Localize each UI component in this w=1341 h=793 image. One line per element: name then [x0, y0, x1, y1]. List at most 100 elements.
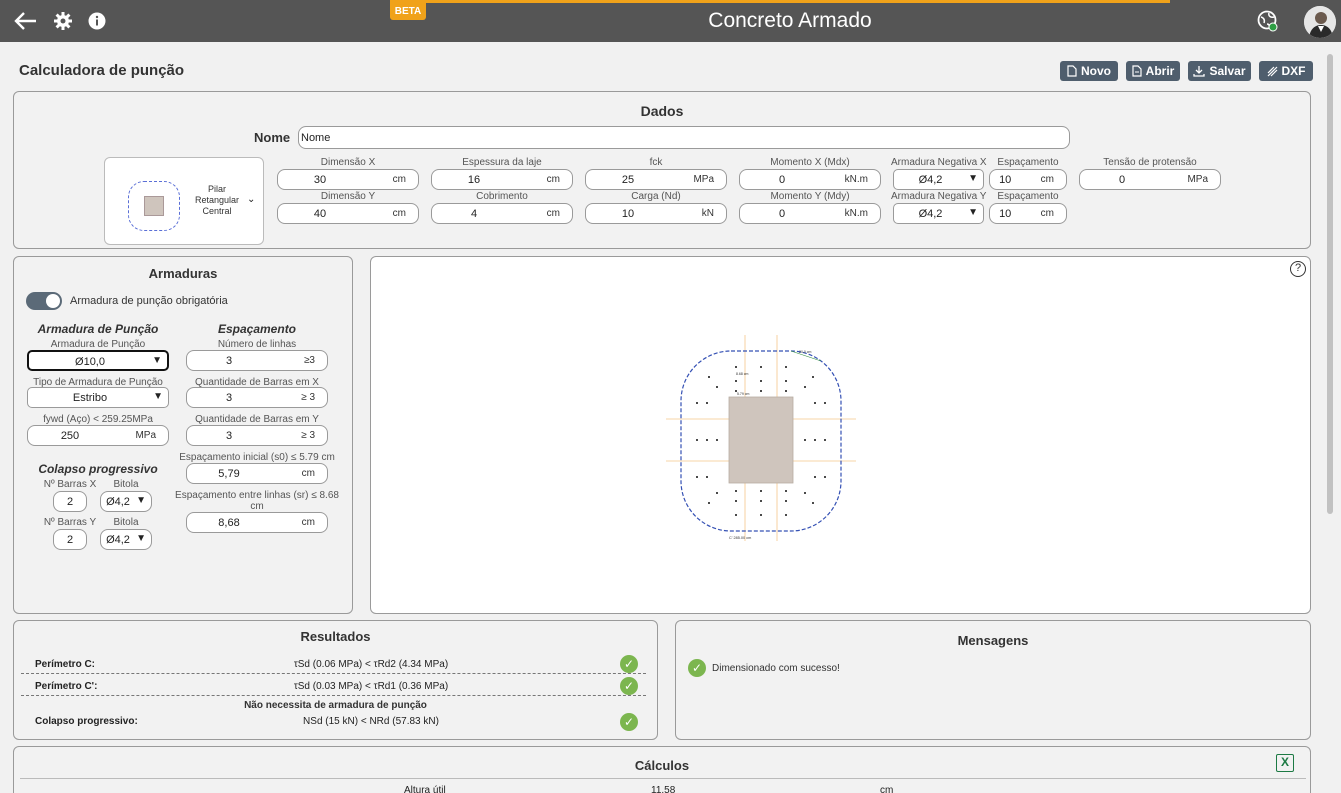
sr-label-unit: cm [250, 501, 264, 512]
calculos-panel: Cálculos X Altura útil 11.58 cm [13, 746, 1311, 793]
user-avatar[interactable] [1304, 6, 1336, 38]
mom-x-unit: kN.m [844, 174, 868, 185]
sr-field[interactable]: 8,68 cm [186, 512, 328, 533]
esp-x-unit: cm [1040, 174, 1054, 185]
nbx-field[interactable]: 2 [53, 491, 87, 512]
esp-y-label: Espaçamento [997, 191, 1059, 202]
salvar-button[interactable]: Salvar [1188, 61, 1251, 81]
nby-label: Nº Barras Y [43, 517, 97, 528]
language-globe-icon[interactable] [1256, 9, 1280, 33]
fywd-value: 250 [60, 430, 80, 442]
bitola-y-value: Ø4,2 [106, 534, 130, 546]
dxf-button[interactable]: DXF [1259, 61, 1313, 81]
s0-unit: cm [301, 468, 315, 479]
dxf-icon [1267, 66, 1277, 76]
fck-field[interactable]: 25 MPa [585, 169, 727, 190]
tipo-select[interactable]: Estribo ▼ [27, 387, 169, 408]
novo-button[interactable]: Novo [1060, 61, 1118, 81]
carga-value: 10 [621, 208, 635, 220]
mom-x-field[interactable]: 0 kN.m [739, 169, 881, 190]
open-file-icon [1132, 65, 1142, 77]
calc-row-value: 11.58 [651, 785, 676, 793]
mom-x-label: Momento X (Mdx) [770, 157, 850, 168]
carga-unit: kN [701, 208, 714, 219]
perimeter-label: C' 285.00 cm [729, 536, 751, 540]
arm-puncao-select[interactable]: Ø10,0 ▼ [27, 350, 169, 371]
esp-x-field[interactable]: 10 cm [989, 169, 1067, 190]
qtd-x-field[interactable]: 3 ≥ 3 [186, 387, 328, 408]
arm-neg-y-label: Armadura Negativa Y [891, 191, 987, 202]
punching-drawing: 8.68 cm 5.79 cm 20.0 cm C' 285.00 cm [666, 335, 856, 541]
dim-x-label: Dimensão X [320, 157, 376, 168]
help-icon[interactable]: ? [1290, 261, 1306, 277]
info-icon[interactable] [85, 9, 109, 33]
espacamento-section-title: Espaçamento [217, 322, 297, 336]
mom-y-field[interactable]: 0 kN.m [739, 203, 881, 224]
scrollbar[interactable] [1326, 44, 1335, 793]
qtd-y-field[interactable]: 3 ≥ 3 [186, 425, 328, 446]
abrir-button[interactable]: Abrir [1126, 61, 1180, 81]
calculos-title: Cálculos [634, 758, 690, 773]
scrollbar-thumb[interactable] [1327, 54, 1333, 514]
sr-dim-label: 8.68 cm [736, 372, 749, 376]
bitola-x-value: Ø4,2 [106, 496, 130, 508]
pilar-type-selector[interactable]: Pilar Retangular Central ⌄ [104, 157, 264, 245]
back-arrow-icon[interactable] [14, 9, 38, 33]
bitola-y-label: Bitola [113, 517, 139, 528]
top-bar: BETA Concreto Armado [0, 0, 1341, 42]
arm-puncao-section-title: Armadura de Punção [37, 322, 159, 336]
tipo-value: Estribo [72, 392, 108, 404]
dim-x-unit: cm [392, 174, 406, 185]
fywd-field[interactable]: 250 MPa [27, 425, 169, 446]
chevron-down-icon: ▼ [136, 495, 146, 506]
num-linhas-field[interactable]: 3 ≥3 [186, 350, 328, 371]
mensagens-panel: Mensagens ✓ Dimensionado com sucesso! [675, 620, 1311, 740]
fck-label: fck [649, 157, 663, 168]
esp-y-field[interactable]: 10 cm [989, 203, 1067, 224]
nby-field[interactable]: 2 [53, 529, 87, 550]
pilar-preview-column [144, 196, 164, 216]
dim-y-label: Dimensão Y [320, 191, 376, 202]
nome-input[interactable]: Nome [298, 126, 1070, 149]
mom-y-label: Momento Y (Mdy) [770, 191, 850, 202]
esp-y-unit: cm [1040, 208, 1054, 219]
arm-neg-x-select[interactable]: Ø4,2 ▼ [893, 169, 984, 190]
result-label: Perímetro C': [35, 681, 98, 692]
s0-field[interactable]: 5,79 cm [186, 463, 328, 484]
arm-neg-x-label: Armadura Negativa X [891, 157, 987, 168]
carga-field[interactable]: 10 kN [585, 203, 727, 224]
nao-necessita-note: Não necessita de armadura de punção [244, 700, 427, 711]
pilar-preview-outline [128, 181, 180, 231]
dim-y-field[interactable]: 40 cm [277, 203, 419, 224]
colapso-result-label: Colapso progressivo: [35, 716, 138, 727]
qtd-y-value: 3 [225, 430, 233, 442]
tensao-field[interactable]: 0 MPa [1079, 169, 1221, 190]
gear-icon[interactable] [51, 9, 75, 33]
puncao-obrigatoria-toggle[interactable] [26, 292, 62, 310]
mom-y-value: 0 [778, 208, 786, 220]
resultados-title: Resultados [300, 629, 371, 644]
bitola-y-select[interactable]: Ø4,2 ▼ [100, 529, 152, 550]
chevron-down-icon: ⌄ [247, 194, 256, 205]
espessura-field[interactable]: 16 cm [431, 169, 573, 190]
mensagens-title: Mensagens [957, 633, 1029, 648]
check-icon: ✓ [620, 677, 638, 695]
num-linhas-label: Número de linhas [217, 339, 297, 350]
success-message: Dimensionado com sucesso! [712, 663, 840, 674]
sr-value: 8,68 [218, 517, 240, 529]
arm-neg-y-select[interactable]: Ø4,2 ▼ [893, 203, 984, 224]
colapso-result-value: NSd (15 kN) < NRd (57.83 kN) [303, 716, 439, 727]
cobrimento-field[interactable]: 4 cm [431, 203, 573, 224]
result-value: τSd (0.03 MPa) < τRd1 (0.36 MPa) [293, 681, 449, 692]
toggle-knob [46, 294, 60, 308]
num-linhas-value: 3 [225, 355, 233, 367]
espessura-unit: cm [546, 174, 560, 185]
nbx-label: Nº Barras X [43, 479, 97, 490]
arm-puncao-label: Armadura de Punção [50, 339, 146, 350]
bitola-x-select[interactable]: Ø4,2 ▼ [100, 491, 152, 512]
dxf-label: DXF [1281, 64, 1306, 78]
novo-label: Novo [1081, 64, 1111, 78]
tensao-label: Tensão de protensão [1103, 157, 1197, 168]
dim-x-field[interactable]: 30 cm [277, 169, 419, 190]
excel-export-icon[interactable]: X [1276, 754, 1294, 772]
